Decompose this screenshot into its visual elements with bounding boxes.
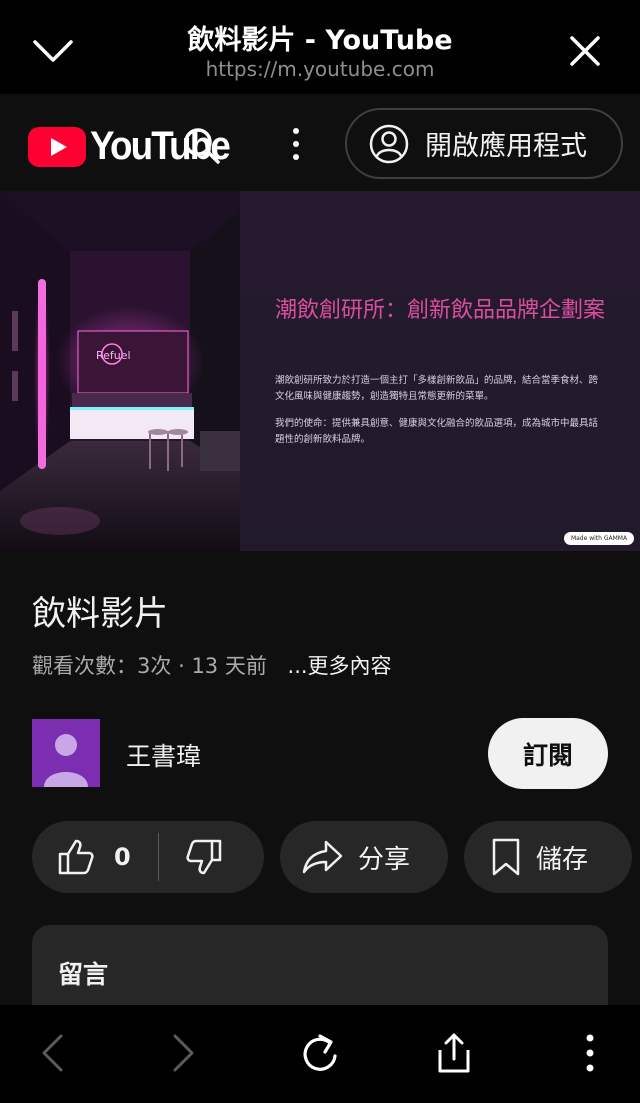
view-count: 觀看次數：3次 xyxy=(32,654,172,678)
youtube-play-icon xyxy=(28,126,86,167)
open-app-label: 開啟應用程式 xyxy=(425,131,587,162)
more-vert-icon[interactable] xyxy=(284,124,308,164)
like-button[interactable]: 0 xyxy=(56,837,131,877)
video-meta[interactable]: 觀看次數：3次 · 13 天前 ...更多內容 xyxy=(32,650,392,680)
save-label: 儲存 xyxy=(536,844,589,875)
made-with-badge: Made with GAMMA xyxy=(564,532,634,545)
reload-icon[interactable] xyxy=(296,1029,344,1077)
more-options-icon[interactable] xyxy=(566,1029,614,1077)
account-icon xyxy=(369,124,409,163)
meta-separator: · xyxy=(178,654,185,678)
close-icon[interactable] xyxy=(562,28,608,74)
video-slide: 潮飲創研所：創新飲品品牌企劃案 潮飲創研所致力於打造一個主打「多樣創新飲品」的品… xyxy=(240,191,640,551)
share-page-icon[interactable] xyxy=(430,1029,478,1077)
slide-paragraph-2: 我們的使命：提供兼具創意、健康與文化融合的飲品選項，成為城市中最具話題性的創新飲… xyxy=(275,418,599,445)
video-player[interactable]: Refuel 潮飲創研所：創新飲品品牌企劃案 潮飲創研所致力於打造一個主打「多樣… xyxy=(0,191,640,551)
forward-icon[interactable] xyxy=(160,1029,208,1077)
search-icon[interactable] xyxy=(180,124,222,166)
video-title: 飲料影片 xyxy=(32,594,168,634)
browser-top-bar: 飲料影片 - YouTube https://m.youtube.com xyxy=(0,0,640,94)
like-count: 0 xyxy=(114,843,131,871)
browser-url[interactable]: https://m.youtube.com xyxy=(110,57,530,81)
upload-time: 13 天前 xyxy=(191,654,267,678)
comments-title: 留言 xyxy=(58,960,109,989)
back-icon[interactable] xyxy=(28,1029,76,1077)
browser-bottom-bar xyxy=(0,1005,640,1103)
browser-page-title: 飲料影片 - YouTube xyxy=(187,25,453,56)
bookmark-icon xyxy=(492,838,520,876)
share-icon xyxy=(302,840,343,874)
open-app-button[interactable]: 開啟應用程式 xyxy=(345,108,623,179)
share-button[interactable]: 分享 xyxy=(280,821,448,893)
subscribe-button[interactable]: 訂閱 xyxy=(488,718,608,789)
chevron-down-icon[interactable] xyxy=(30,28,76,74)
channel-name[interactable]: 王書瑋 xyxy=(126,737,201,773)
svg-text:Refuel: Refuel xyxy=(96,349,131,362)
avatar[interactable] xyxy=(32,719,100,787)
slide-title: 潮飲創研所：創新飲品品牌企劃案 xyxy=(275,298,606,323)
video-thumbnail-photo: Refuel xyxy=(0,191,240,551)
like-divider xyxy=(158,833,159,881)
slide-paragraph-1: 潮飲創研所致力於打造一個主打「多樣創新飲品」的品牌，結合當季食材、跨文化風味與健… xyxy=(275,375,599,402)
like-dislike-group: 0 xyxy=(32,821,264,893)
thumbs-down-icon xyxy=(186,839,222,875)
dislike-button[interactable] xyxy=(184,837,224,881)
share-label: 分享 xyxy=(358,844,411,875)
thumbs-up-icon xyxy=(58,839,94,875)
save-button[interactable]: 儲存 xyxy=(464,821,632,893)
more-content-link[interactable]: ...更多內容 xyxy=(288,654,392,678)
